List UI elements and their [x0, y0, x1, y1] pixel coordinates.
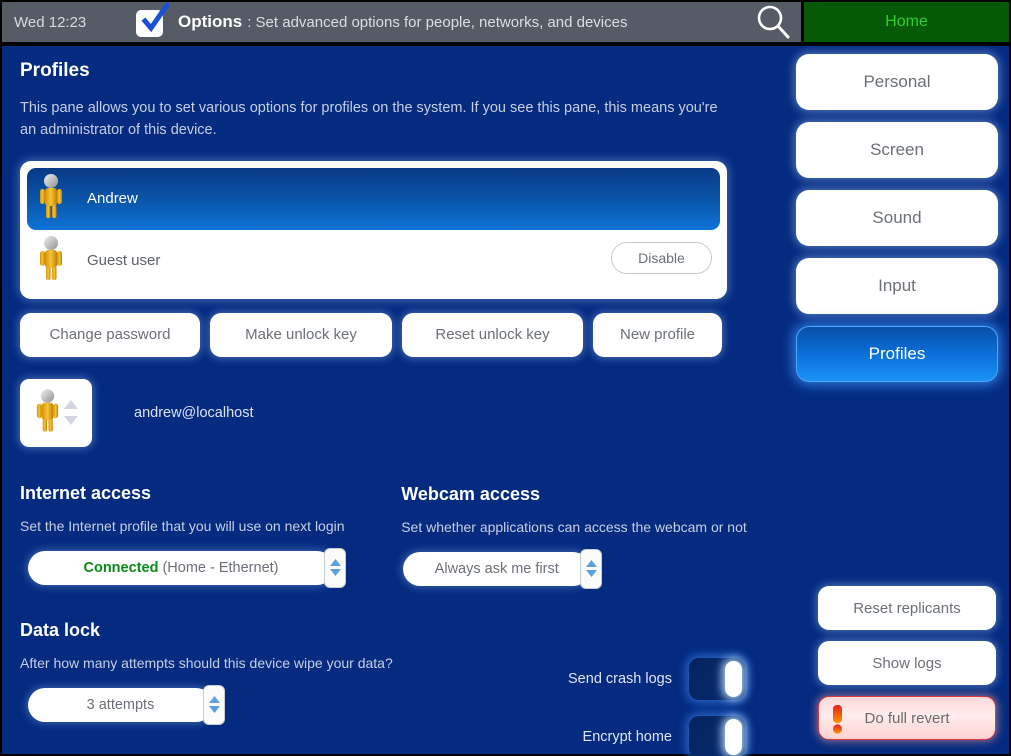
profile-list: Andrew Guest user Disable: [20, 160, 727, 299]
webcam-access-select[interactable]: Always ask me first: [403, 548, 603, 589]
internet-select-stepper[interactable]: [324, 547, 346, 588]
data-lock-description: After how many attempts should this devi…: [20, 654, 393, 671]
title-bar-left: Wed 12:23 Options : Set advanced options…: [2, 2, 801, 42]
change-password-button[interactable]: Change password: [20, 312, 200, 357]
page-description: This pane allows you to set various opti…: [20, 100, 718, 138]
do-full-revert-button[interactable]: Do full revert: [818, 696, 996, 740]
reset-replicants-button[interactable]: Reset replicants: [818, 586, 996, 630]
sidebar-item-input[interactable]: Input: [796, 258, 998, 314]
user-avatar-icon: [37, 173, 65, 224]
change-password-label: Change password: [49, 326, 171, 343]
data-lock-select[interactable]: 3 attempts: [28, 684, 225, 725]
sidebar-item-label: Input: [878, 276, 916, 295]
title-bar: Wed 12:23 Options : Set advanced options…: [0, 0, 1011, 44]
chevron-up-icon: [208, 696, 220, 703]
internet-access-title: Internet access: [20, 482, 152, 503]
chevron-up-icon: [585, 560, 597, 567]
maintenance-actions: Reset replicants Show logs Do full rever…: [818, 586, 996, 740]
do-full-revert-label: Do full revert: [864, 709, 950, 727]
user-avatar-icon: [37, 235, 65, 286]
chevron-up-icon: [64, 400, 78, 409]
sidebar-item-screen[interactable]: Screen: [796, 122, 998, 178]
data-lock-title: Data lock: [20, 619, 101, 640]
make-unlock-key-button[interactable]: Make unlock key: [210, 312, 392, 357]
sidebar-item-sound[interactable]: Sound: [796, 190, 998, 246]
options-window: Wed 12:23 Options : Set advanced options…: [0, 0, 1011, 756]
data-lock-value: 3 attempts: [86, 696, 155, 713]
encrypt-home-toggle[interactable]: [689, 715, 745, 756]
chevron-up-icon: [329, 559, 341, 566]
send-crash-logs-row: Send crash logs: [445, 657, 745, 700]
account-email: andrew@localhost: [134, 404, 254, 421]
internet-access-section: Internet access Set the Internet profile…: [20, 482, 401, 588]
chevron-down-icon: [64, 416, 78, 425]
sidebar-item-personal[interactable]: Personal: [796, 54, 998, 110]
internet-detail: (Home - Ethernet): [162, 559, 279, 576]
reset-unlock-key-button[interactable]: Reset unlock key: [402, 312, 583, 357]
avatar-picker[interactable]: [20, 378, 92, 447]
content-area: Personal Screen Sound Input Profiles Res…: [2, 46, 1009, 756]
app-title: Options: [178, 12, 243, 31]
show-logs-button[interactable]: Show logs: [818, 641, 996, 685]
webcam-access-title: Webcam access: [401, 483, 540, 504]
show-logs-label: Show logs: [872, 654, 942, 672]
sidebar-item-label: Profiles: [868, 344, 926, 363]
encrypt-home-row: Encrypt home: [445, 715, 745, 756]
reset-unlock-key-label: Reset unlock key: [435, 326, 550, 343]
privacy-toggles: Send crash logs Encrypt home: [445, 620, 745, 756]
data-lock-section: Data lock After how many attempts should…: [20, 620, 445, 756]
new-profile-button[interactable]: New profile: [593, 312, 722, 357]
table-row[interactable]: Andrew: [27, 167, 720, 230]
encrypt-home-label: Encrypt home: [582, 728, 672, 745]
internet-profile-select[interactable]: Connected (Home - Ethernet): [28, 547, 346, 588]
clock: Wed 12:23: [14, 13, 87, 31]
webcam-access-description: Set whether applications can access the …: [401, 518, 747, 535]
sidebar-item-label: Screen: [870, 140, 924, 159]
checkbox-checked-icon: [136, 3, 170, 37]
webcam-access-value: Always ask me first: [434, 560, 559, 577]
internet-status: Connected: [83, 559, 159, 576]
disable-guest-button[interactable]: Disable: [611, 241, 712, 274]
window-title: Options : Set advanced options for peopl…: [178, 12, 627, 32]
search-button[interactable]: [745, 2, 801, 42]
profile-name: Guest user: [87, 252, 161, 269]
send-crash-logs-label: Send crash logs: [568, 670, 672, 687]
webcam-access-section: Webcam access Set whether applications c…: [401, 483, 760, 589]
chevron-down-icon: [208, 706, 220, 713]
sidebar-item-profiles[interactable]: Profiles: [796, 326, 998, 382]
home-button-label: Home: [885, 13, 928, 30]
reset-replicants-label: Reset replicants: [853, 599, 961, 617]
webcam-select-stepper[interactable]: [580, 548, 603, 589]
chevron-down-icon: [329, 569, 341, 576]
search-icon: [757, 5, 790, 39]
app-subtitle: : Set advanced options for people, netwo…: [247, 14, 628, 31]
avatar-stepper[interactable]: [64, 400, 78, 425]
user-avatar-icon: [34, 388, 61, 438]
page-title: Profiles: [20, 60, 90, 81]
internet-access-description: Set the Internet profile that you will u…: [20, 517, 345, 534]
chevron-down-icon: [585, 570, 597, 577]
table-row[interactable]: Guest user Disable: [27, 230, 720, 292]
profiles-pane: Profiles This pane allows you to set var…: [20, 60, 760, 756]
data-lock-stepper[interactable]: [203, 684, 225, 725]
make-unlock-key-label: Make unlock key: [245, 326, 357, 343]
profile-name: Andrew: [87, 190, 138, 207]
account-row: andrew@localhost: [20, 378, 760, 447]
disable-guest-label: Disable: [638, 249, 685, 266]
warning-exclamation-icon: [829, 705, 846, 738]
profile-action-buttons: Change password Make unlock key Reset un…: [20, 312, 760, 357]
settings-nav: Personal Screen Sound Input Profiles: [796, 54, 998, 394]
home-button[interactable]: Home: [804, 2, 1009, 42]
send-crash-logs-toggle[interactable]: [689, 657, 745, 700]
sidebar-item-label: Personal: [863, 72, 931, 91]
new-profile-label: New profile: [619, 326, 696, 343]
sidebar-item-label: Sound: [872, 208, 922, 227]
